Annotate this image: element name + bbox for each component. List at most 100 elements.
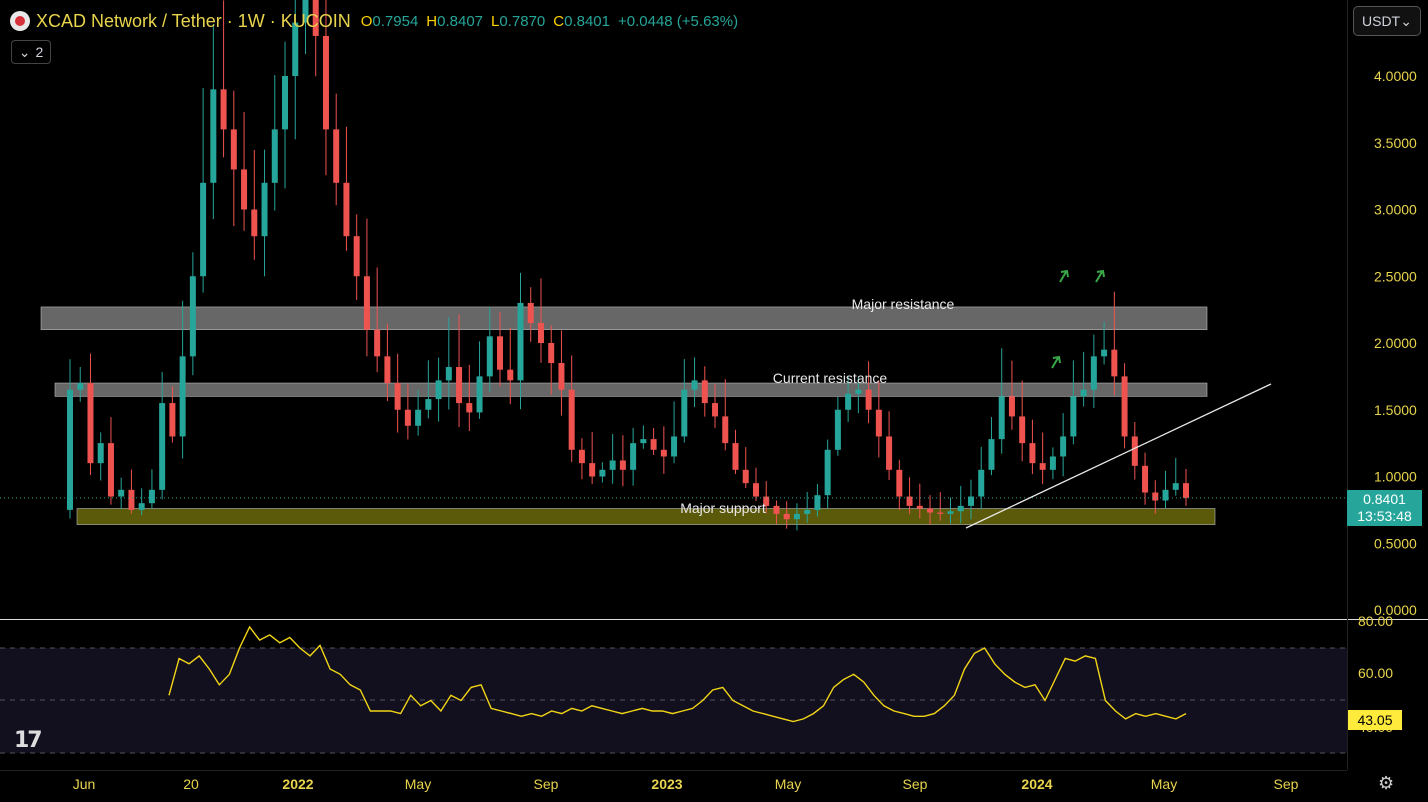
candle-body bbox=[435, 380, 442, 400]
chart-canvas[interactable]: 0.00000.50001.00001.50002.00002.50003.00… bbox=[0, 0, 1428, 802]
candle-body bbox=[271, 129, 278, 183]
candle-body bbox=[814, 495, 821, 510]
candle bbox=[118, 477, 125, 509]
candle bbox=[394, 353, 401, 433]
candle bbox=[435, 357, 442, 422]
candle bbox=[1049, 447, 1056, 480]
candle bbox=[1070, 360, 1077, 445]
price-tick-label: 1.5000 bbox=[1374, 402, 1417, 418]
candle-body bbox=[456, 367, 463, 404]
candle bbox=[1039, 432, 1046, 485]
time-tick-label: Sep bbox=[534, 776, 559, 792]
ohlc-readout: O0.7954 H0.8407 L0.7870 C0.8401 +0.0448 (+5.… bbox=[360, 12, 739, 30]
currency-value: USDT bbox=[1362, 13, 1401, 29]
candle-body bbox=[425, 399, 432, 410]
time-tick-label: May bbox=[775, 776, 801, 792]
candle-body bbox=[1131, 436, 1138, 466]
candle-body bbox=[630, 443, 637, 470]
candle-body bbox=[609, 460, 616, 470]
price-tick-label: 4.0000 bbox=[1374, 68, 1417, 84]
candle bbox=[148, 469, 155, 509]
candle bbox=[200, 87, 207, 293]
candle-body bbox=[640, 439, 647, 444]
candle-body bbox=[1121, 376, 1128, 437]
candle-body bbox=[1183, 483, 1189, 498]
candle bbox=[353, 214, 360, 301]
bar-countdown: 13:53:48 bbox=[1357, 508, 1412, 524]
candle-body bbox=[578, 449, 585, 464]
candle bbox=[742, 447, 749, 489]
candle-body bbox=[251, 209, 258, 237]
candle-body bbox=[865, 389, 872, 410]
candle bbox=[752, 467, 759, 502]
currency-select[interactable]: USDT ⌄ bbox=[1353, 6, 1421, 36]
candle-body bbox=[220, 89, 227, 130]
candle-body bbox=[896, 469, 903, 497]
candle bbox=[97, 432, 104, 481]
candle-body bbox=[537, 322, 544, 343]
candle-body bbox=[660, 449, 667, 457]
candle-body bbox=[589, 463, 596, 477]
candle-body bbox=[189, 276, 196, 357]
price-tick-label: 3.0000 bbox=[1374, 202, 1417, 218]
candle bbox=[650, 428, 657, 455]
candle-body bbox=[517, 302, 524, 381]
candle bbox=[1183, 468, 1189, 506]
close-value: 0.8401 bbox=[564, 12, 610, 30]
change-value: +0.0448 (+5.63%) bbox=[618, 12, 739, 30]
candle-body bbox=[804, 509, 811, 514]
candle bbox=[87, 353, 94, 475]
candle bbox=[978, 446, 985, 510]
candle-body bbox=[1070, 396, 1077, 437]
candle bbox=[456, 314, 463, 428]
candle-body bbox=[282, 76, 289, 130]
price-tick-label: 0.5000 bbox=[1374, 535, 1417, 551]
arrow-up-icon bbox=[1095, 269, 1105, 283]
candle-body bbox=[261, 182, 268, 237]
candle bbox=[343, 126, 350, 251]
candle-body bbox=[927, 508, 934, 513]
symbol-title[interactable]: XCAD Network / Tether · 1W · KUCOIN bbox=[36, 11, 351, 32]
candle bbox=[107, 417, 114, 505]
candle-body bbox=[691, 380, 698, 390]
candle bbox=[558, 330, 565, 416]
last-price-label: 0.8401 13:53:48 bbox=[1347, 490, 1422, 526]
candle-body bbox=[732, 443, 739, 470]
zone-label: Major support bbox=[680, 500, 766, 516]
time-tick-label: 2023 bbox=[651, 776, 682, 792]
candle bbox=[1080, 351, 1087, 407]
candle bbox=[1172, 457, 1179, 496]
candle bbox=[1090, 334, 1097, 408]
candle bbox=[271, 74, 278, 211]
candle-body bbox=[834, 409, 841, 450]
candle bbox=[824, 439, 831, 509]
price-tick-label: 2.0000 bbox=[1374, 335, 1417, 351]
candle-body bbox=[87, 383, 94, 464]
candle-body bbox=[77, 383, 84, 390]
candle bbox=[363, 218, 370, 357]
candle-body bbox=[548, 343, 555, 364]
candle-body bbox=[773, 505, 780, 514]
candle-body bbox=[1172, 483, 1179, 490]
candle bbox=[476, 341, 483, 419]
candle-body bbox=[138, 503, 145, 510]
candle bbox=[681, 359, 688, 443]
candle-body bbox=[333, 129, 340, 183]
high-value: 0.8407 bbox=[437, 12, 484, 30]
zone-label: Major resistance bbox=[852, 296, 955, 312]
zone-1 bbox=[54, 382, 1208, 397]
gear-icon[interactable]: ⚙ bbox=[1378, 773, 1394, 794]
candle bbox=[1142, 452, 1149, 505]
candle-body bbox=[476, 376, 483, 413]
indicators-toggle-button[interactable]: ⌄ 2 bbox=[11, 40, 51, 64]
arrow-up-icon bbox=[1051, 355, 1061, 369]
candle bbox=[230, 90, 237, 227]
candle-body bbox=[855, 389, 862, 394]
candle-body bbox=[353, 236, 360, 277]
candle bbox=[701, 366, 708, 417]
tradingview-logo-icon[interactable]: 17 bbox=[14, 728, 43, 753]
candle-body bbox=[1039, 463, 1046, 470]
candle-body bbox=[179, 356, 186, 437]
candle-body bbox=[1029, 443, 1036, 464]
indicators-count: 2 bbox=[35, 44, 44, 60]
